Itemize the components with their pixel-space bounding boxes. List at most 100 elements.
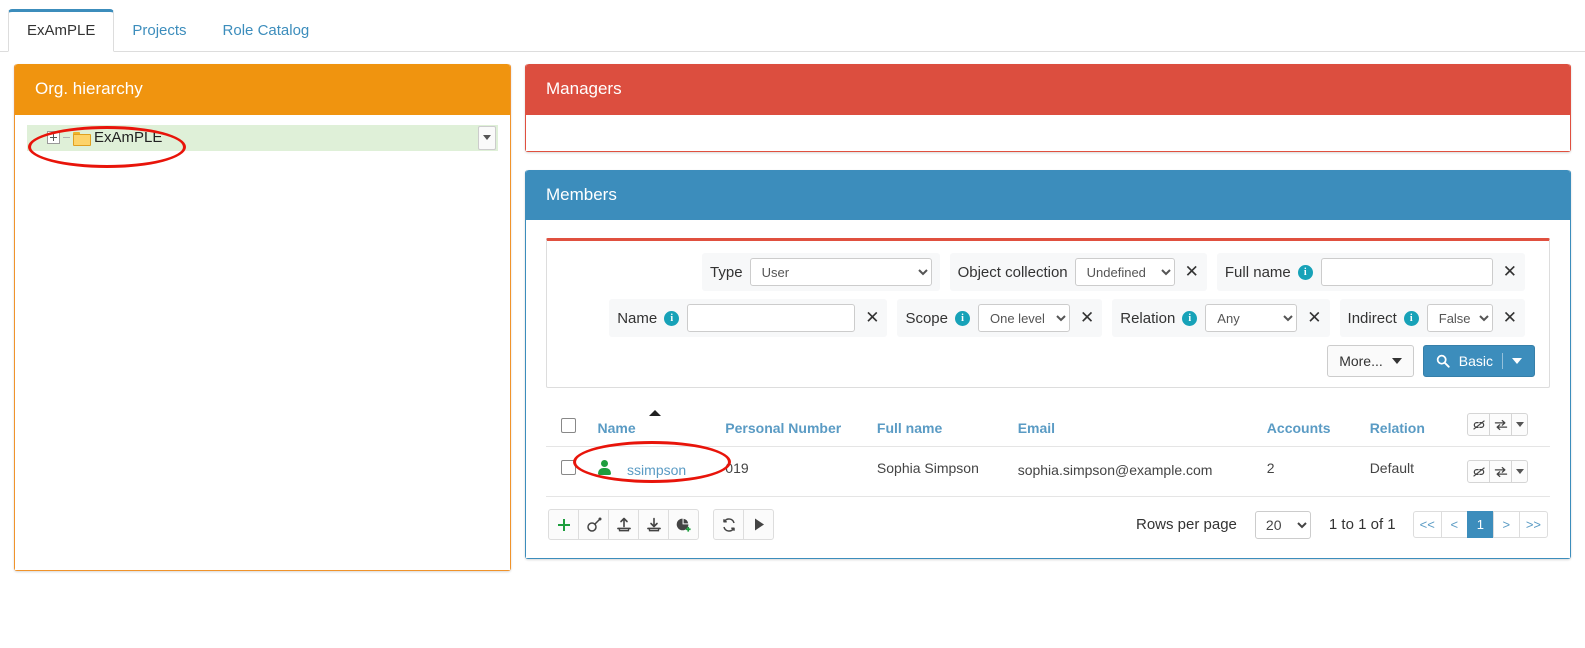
column-header-full-name[interactable]: Full name xyxy=(871,402,1012,447)
search-actions: More... Basic xyxy=(561,345,1535,377)
row-full-name-cell: Sophia Simpson xyxy=(871,447,1012,497)
caret-down-icon xyxy=(1516,422,1524,427)
filter-relation: Relation i Any ✕ xyxy=(1112,299,1329,337)
caret-down-icon-basic[interactable] xyxy=(1512,358,1522,364)
column-header-personal-number[interactable]: Personal Number xyxy=(719,402,871,447)
transfer-all-button[interactable] xyxy=(1489,413,1512,436)
row-accounts-cell: 2 xyxy=(1261,447,1364,497)
folder-icon xyxy=(73,131,89,144)
info-icon-full-name[interactable]: i xyxy=(1298,265,1313,280)
filter-relation-label: Relation xyxy=(1120,310,1175,327)
select-all-header xyxy=(546,402,591,447)
plus-icon xyxy=(556,517,572,533)
caret-down-icon-more xyxy=(1392,358,1402,364)
pager-prev-button[interactable]: < xyxy=(1441,511,1468,538)
pager-last-button[interactable]: >> xyxy=(1519,511,1548,538)
pager-next-button[interactable]: > xyxy=(1493,511,1520,538)
members-panel: Members Type User xyxy=(525,170,1571,560)
refresh-button[interactable] xyxy=(713,509,744,540)
tab-role-catalog[interactable]: Role Catalog xyxy=(205,11,328,51)
column-header-name-label: Name xyxy=(597,420,635,436)
table-row[interactable]: ssimpson 019 Sophia Simpson sophia.simps… xyxy=(546,447,1550,497)
filter-full-name-input[interactable] xyxy=(1321,258,1493,286)
info-icon-relation[interactable]: i xyxy=(1182,311,1197,326)
members-title: Members xyxy=(526,170,1570,221)
row-select-cell xyxy=(546,447,591,497)
x-icon-indirect[interactable]: ✕ xyxy=(1503,310,1517,327)
tab-projects[interactable]: Projects xyxy=(114,11,204,51)
filter-full-name-label: Full name xyxy=(1225,264,1291,281)
chevron-down-icon xyxy=(483,135,491,140)
footer-primary-buttons xyxy=(548,509,699,540)
filter-type: Type User xyxy=(702,253,940,291)
row-personal-number-cell: 019 xyxy=(719,447,871,497)
row-actions-menu-button[interactable] xyxy=(1511,460,1528,483)
x-icon-full-name[interactable]: ✕ xyxy=(1503,264,1517,281)
managers-title: Managers xyxy=(526,64,1570,115)
filter-indirect-select[interactable]: False xyxy=(1427,304,1493,332)
pagination-area: Rows per page 20 1 to 1 of 1 << < 1 > >> xyxy=(1136,511,1548,539)
more-options-button[interactable]: More... xyxy=(1327,345,1414,377)
row-unlink-button[interactable] xyxy=(1467,460,1490,483)
play-icon xyxy=(752,517,766,532)
info-icon-indirect[interactable]: i xyxy=(1404,311,1419,326)
tree-node-menu-button[interactable] xyxy=(478,126,496,150)
filter-name-input[interactable] xyxy=(687,304,855,332)
tree-node-example[interactable]: ExAmPLE xyxy=(27,125,498,151)
info-icon-scope[interactable]: i xyxy=(955,311,970,326)
unlink-all-button[interactable] xyxy=(1467,413,1490,436)
pager-page-1-button[interactable]: 1 xyxy=(1467,511,1494,538)
column-header-email[interactable]: Email xyxy=(1012,402,1261,447)
right-column: Managers Members Type User xyxy=(525,64,1571,589)
import-button[interactable] xyxy=(608,509,639,540)
column-header-accounts: Accounts xyxy=(1261,402,1364,447)
pager-first-button[interactable]: << xyxy=(1413,511,1442,538)
managers-panel: Managers xyxy=(525,64,1571,152)
members-table-footer: Rows per page 20 1 to 1 of 1 << < 1 > >> xyxy=(546,497,1550,542)
footer-toolbar xyxy=(548,509,774,540)
assign-icon xyxy=(586,517,602,533)
row-checkbox[interactable] xyxy=(561,460,576,475)
filter-name-label: Name xyxy=(617,310,657,327)
member-name-link[interactable]: ssimpson xyxy=(627,462,686,478)
filter-row-1: Type User Object collection Undefined xyxy=(561,253,1535,291)
x-icon-name[interactable]: ✕ xyxy=(865,310,879,327)
rows-per-page-label: Rows per page xyxy=(1136,516,1237,533)
members-table: Name Personal Number Full name Email Acc… xyxy=(546,402,1550,497)
row-transfer-button[interactable] xyxy=(1489,460,1512,483)
basic-search-button[interactable]: Basic xyxy=(1423,345,1535,377)
filter-type-select[interactable]: User xyxy=(750,258,932,286)
filter-full-name: Full name i ✕ xyxy=(1217,253,1525,291)
transfer-icon xyxy=(1494,466,1508,478)
assign-button[interactable] xyxy=(578,509,609,540)
export-button[interactable] xyxy=(638,509,669,540)
column-header-name[interactable]: Name xyxy=(591,402,719,447)
filter-relation-select[interactable]: Any xyxy=(1205,304,1297,332)
filter-scope-select[interactable]: One level xyxy=(978,304,1070,332)
filter-row-2: Name i ✕ Scope i One level xyxy=(561,299,1535,337)
x-icon-relation[interactable]: ✕ xyxy=(1307,310,1321,327)
filter-indirect: Indirect i False ✕ xyxy=(1340,299,1525,337)
column-header-relation: Relation xyxy=(1364,402,1461,447)
import-icon xyxy=(616,517,632,533)
rows-per-page-select[interactable]: 20 xyxy=(1255,511,1311,539)
tree-connector xyxy=(63,137,70,138)
create-report-button[interactable] xyxy=(668,509,699,540)
x-icon-scope[interactable]: ✕ xyxy=(1080,310,1094,327)
transfer-icon xyxy=(1494,419,1508,431)
select-all-checkbox[interactable] xyxy=(561,418,576,433)
filter-indirect-label: Indirect xyxy=(1348,310,1397,327)
chart-add-icon xyxy=(675,517,692,533)
filter-scope: Scope i One level ✕ xyxy=(897,299,1102,337)
plus-box-icon[interactable] xyxy=(47,131,60,144)
basic-search-label: Basic xyxy=(1459,353,1493,369)
tab-example[interactable]: ExAmPLE xyxy=(8,9,114,52)
pager: << < 1 > >> xyxy=(1414,511,1548,538)
run-button[interactable] xyxy=(743,509,774,540)
add-member-button[interactable] xyxy=(548,509,579,540)
header-actions-menu-button[interactable] xyxy=(1511,413,1528,436)
x-icon-object-collection[interactable]: ✕ xyxy=(1185,264,1199,281)
filter-object-collection-select[interactable]: Undefined xyxy=(1075,258,1175,286)
members-table-header-row: Name Personal Number Full name Email Acc… xyxy=(546,402,1550,447)
info-icon-name[interactable]: i xyxy=(664,311,679,326)
